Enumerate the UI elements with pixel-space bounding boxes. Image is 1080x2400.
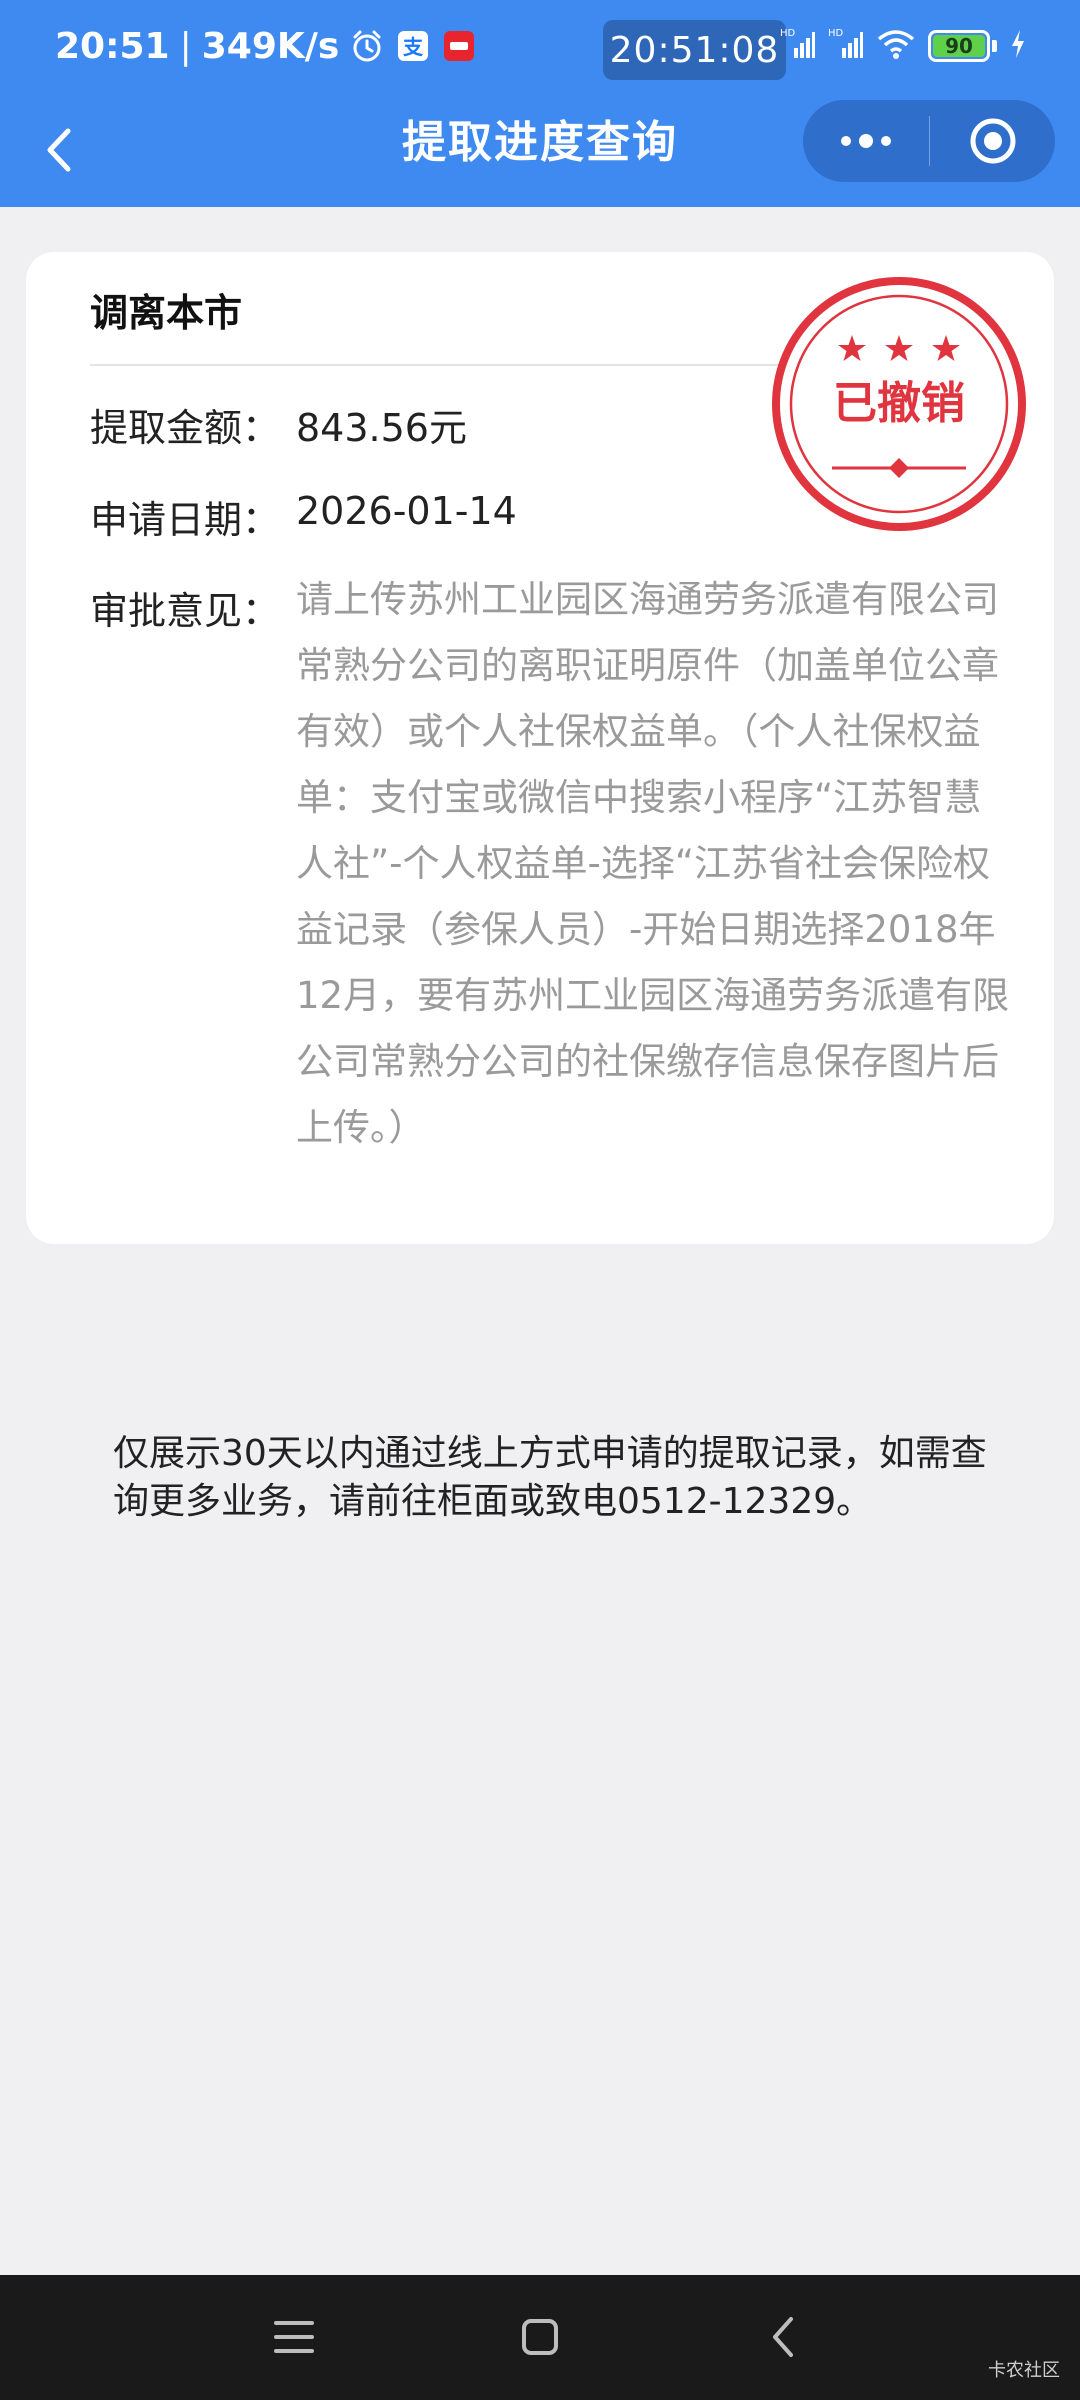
comment-label: 审批意见：: [90, 589, 281, 633]
clock-overlay: 20:51:08: [603, 20, 786, 80]
home-icon: [522, 2319, 558, 2355]
more-button[interactable]: [803, 100, 929, 182]
hd-signal-icon: HD: [780, 26, 816, 66]
comment-value: 请上传苏州工业园区海通劳务派遣有限公司常熟分公司的离职证明原件（加盖单位公章有效…: [296, 578, 1010, 1149]
battery-tip: [992, 40, 997, 52]
svg-text:HD: HD: [780, 28, 796, 39]
app-screen: 20:51 | 349K/s 支 20:51:08 HD HD 90 提取进度查…: [0, 0, 1080, 2400]
date-label: 申请日期：: [90, 498, 281, 542]
close-button[interactable]: [930, 100, 1055, 182]
home-button[interactable]: [508, 2305, 572, 2369]
network-speed: 349K/s: [201, 25, 340, 67]
divider: [90, 364, 830, 366]
status-bar: 20:51 | 349K/s 支 20:51:08 HD HD 90: [0, 0, 1080, 95]
status-right: HD HD 90: [780, 20, 1027, 72]
battery-icon: 90: [928, 30, 990, 62]
status-time: 20:51: [55, 25, 170, 67]
amount-label: 提取金额：: [90, 406, 281, 450]
menu-icon: [274, 2321, 314, 2353]
hd-signal-icon: HD: [828, 26, 864, 66]
menu-button[interactable]: [262, 2305, 326, 2369]
revoked-stamp: 已撤销: [772, 277, 1026, 531]
amount-value: 843.56元: [296, 406, 467, 450]
back-nav-button[interactable]: [752, 2305, 816, 2369]
svg-text:支: 支: [403, 35, 424, 59]
app-badge-icon: [441, 28, 477, 64]
watermark: 卡农社区: [988, 2360, 1060, 2381]
stamp-text: 已撤销: [833, 378, 965, 429]
date-value: 2026-01-14: [296, 489, 517, 533]
back-icon: [773, 2317, 793, 2357]
battery-percent: 90: [945, 34, 973, 58]
mini-program-capsule: [803, 100, 1055, 182]
svg-text:HD: HD: [828, 28, 844, 39]
info-note: 仅展示30天以内通过线上方式申请的提取记录，如需查询更多业务，请前往柜面或致电0…: [113, 1433, 987, 1522]
wifi-icon: [876, 27, 916, 65]
target-close-icon: [970, 118, 1015, 164]
alarm-icon: [349, 28, 385, 64]
system-nav-bar: 卡农社区: [0, 2275, 1080, 2400]
charging-icon: [1009, 28, 1027, 64]
more-dots-icon: [841, 134, 891, 148]
nav-bar: 提取进度查询: [0, 95, 1080, 207]
status-left: 20:51 | 349K/s 支: [55, 20, 477, 72]
record-title: 调离本市: [90, 291, 243, 335]
alipay-icon: 支: [395, 28, 431, 64]
status-separator: |: [179, 25, 192, 67]
